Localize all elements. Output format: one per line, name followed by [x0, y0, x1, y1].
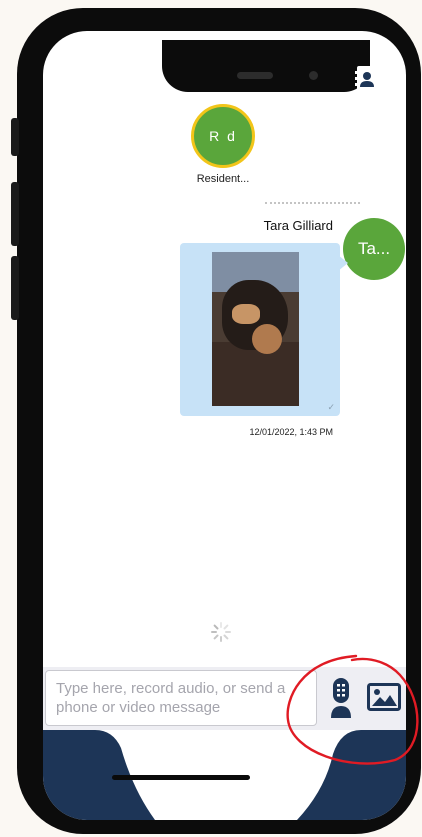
message-input[interactable]: [45, 670, 317, 726]
speaker-grille: [237, 72, 273, 79]
photo-rug: [212, 342, 299, 406]
photo-dog-paw: [232, 304, 260, 324]
microphone-icon[interactable]: [330, 677, 352, 719]
photo-dog-face: [252, 324, 282, 354]
contacts-icon[interactable]: [355, 65, 379, 93]
home-icon[interactable]: [63, 64, 95, 94]
loading-spinner-icon: [211, 622, 231, 642]
composer-bar: [43, 667, 406, 730]
sender-name: Tara Gilliard: [263, 218, 333, 233]
side-button: [11, 118, 19, 156]
home-indicator: [112, 775, 250, 780]
phone-notch: [162, 40, 370, 92]
front-camera: [309, 71, 318, 80]
message-timestamp: 12/01/2022, 1:43 PM: [249, 427, 333, 437]
side-button: [11, 256, 19, 320]
read-check-icon: ✓: [327, 402, 335, 412]
sender-avatar[interactable]: Ta...: [343, 218, 405, 280]
bubble-tail: [338, 255, 348, 271]
image-icon[interactable]: [367, 683, 401, 711]
side-button: [11, 182, 19, 246]
message-bubble: ✓: [180, 243, 340, 416]
resident-name: Resident...: [196, 173, 250, 185]
resident-avatar[interactable]: R d: [191, 104, 255, 168]
message-photo[interactable]: [212, 252, 299, 406]
messages-screen: Messages R d Resident... Tara Gilliard T…: [43, 31, 406, 820]
divider: [265, 202, 360, 204]
